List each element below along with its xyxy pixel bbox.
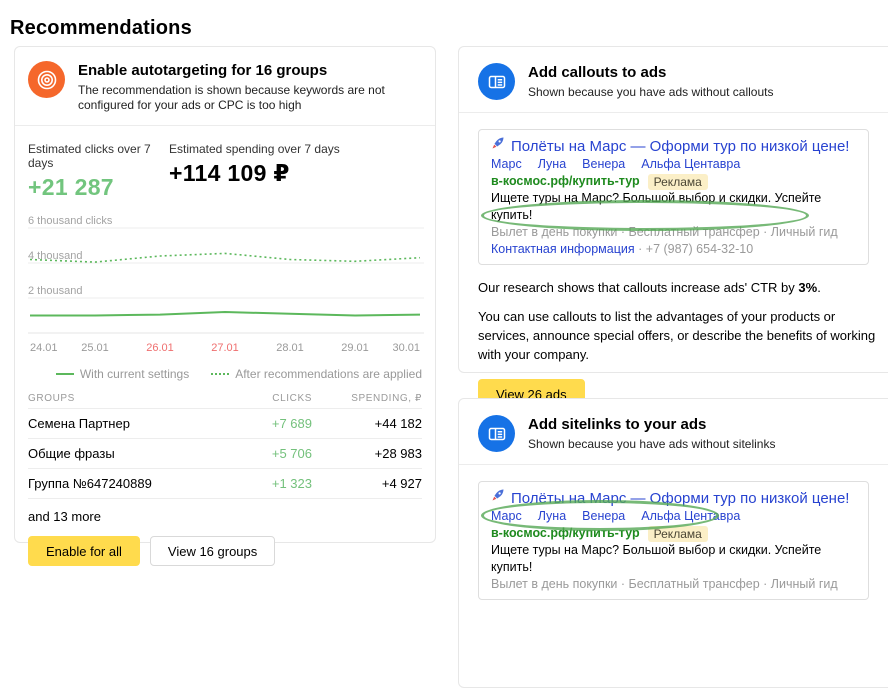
estimated-spending-stat: Estimated spending over 7 days +114 109 … [169,142,340,201]
groups-column-header: Groups [28,393,222,404]
estimated-spending-value: +114 109 ₽ [169,160,340,187]
callouts-body-text: You can use callouts to list the advanta… [478,307,885,364]
ad-sitelink[interactable]: Венера [582,508,625,525]
dotted-line-swatch [211,373,229,375]
research-bold: 3% [798,280,817,295]
callouts-card: Add callouts to ads Shown because you ha… [458,46,888,373]
svg-text:2 thousand: 2 thousand [28,285,82,297]
estimated-clicks-value: +21 287 [28,174,169,201]
enable-for-all-button[interactable]: Enable for all [28,536,140,566]
ad-sitelink[interactable]: Альфа Центавра [641,508,740,525]
legend-after-recommendations: After recommendations are applied [211,367,422,381]
clicks-chart-svg: 2 thousand4 thousand6 thousand clicks24.… [28,213,424,359]
callouts-subtitle: Shown because you have ads without callo… [528,85,774,100]
estimated-clicks-label: Estimated clicks over 7 days [28,142,169,170]
svg-text:6 thousand clicks: 6 thousand clicks [28,215,113,227]
ad-sitelink[interactable]: Луна [538,508,566,525]
clicks-column-header: Clicks [222,393,312,404]
sitelinks-card-header: Add sitelinks to your ads Shown because … [459,399,888,465]
ad-display-url: в-космос.рф/купить-тур [491,173,640,190]
chart-legend: With current settings After recommendati… [28,364,422,384]
ad-sitelink[interactable]: Альфа Центавра [641,156,740,173]
autotargeting-card: Enable autotargeting for 16 groups The r… [14,46,436,543]
more-groups-text: and 13 more [28,509,422,524]
ad-display-url: в-космос.рф/купить-тур [491,525,640,542]
clicks-forecast-chart: 2 thousand4 thousand6 thousand clicks24.… [28,213,422,384]
rocket-icon [491,488,505,508]
group-spending: +28 983 [312,446,422,461]
spending-column-header: Spending, ₽ [312,393,422,404]
research-text: Our research shows that callouts increas… [478,279,888,296]
group-name: Семена Партнер [28,416,222,431]
svg-text:29.01: 29.01 [341,342,369,354]
group-spending: +4 927 [312,476,422,491]
ad-badge: Реклама [648,526,708,542]
ad-preview: Полёты на Марс — Оформи тур по низкой це… [478,481,869,600]
view-groups-button[interactable]: View 16 groups [150,536,275,566]
ad-sitelinks: Марс Луна Венера Альфа Центавра [491,156,856,173]
group-clicks: +1 323 [222,476,312,491]
autotargeting-subtitle: The recommendation is shown because keyw… [78,83,422,113]
ad-extensions-icon [478,63,515,100]
target-icon [28,61,65,98]
ad-phone: +7 (987) 654-32-10 [646,242,753,256]
group-spending: +44 182 [312,416,422,431]
solid-line-swatch [56,373,74,375]
ad-sitelink[interactable]: Венера [582,156,625,173]
ad-preview: Полёты на Марс — Оформи тур по низкой це… [478,129,869,265]
ad-sitelink[interactable]: Луна [538,156,566,173]
groups-table: Groups Clicks Spending, ₽ Семена Партнер… [28,388,422,499]
svg-text:28.01: 28.01 [276,342,304,354]
legend-current-settings-label: With current settings [80,367,189,381]
ad-sitelink[interactable]: Марс [491,508,522,525]
sitelinks-subtitle: Shown because you have ads without sitel… [528,437,775,452]
ad-sitelinks: Марс Луна Венера Альфа Центавра [491,508,856,525]
sitelinks-title: Add sitelinks to your ads [528,416,775,433]
svg-text:26.01: 26.01 [146,342,174,354]
group-clicks: +7 689 [222,416,312,431]
table-row: Общие фразы +5 706 +28 983 [28,439,422,469]
callouts-title: Add callouts to ads [528,64,774,81]
ad-title-link[interactable]: Полёты на Марс — Оформи тур по низкой це… [511,137,849,156]
group-clicks: +5 706 [222,446,312,461]
legend-current-settings: With current settings [56,367,189,381]
autotargeting-title: Enable autotargeting for 16 groups [78,62,422,79]
ad-callouts: Вылет в день покупки · Бесплатный трансф… [491,224,856,241]
rocket-icon [491,136,505,156]
estimates-row: Estimated clicks over 7 days +21 287 Est… [15,126,435,211]
autotargeting-card-header: Enable autotargeting for 16 groups The r… [15,47,435,126]
research-prefix: Our research shows that callouts increas… [478,280,798,295]
estimated-spending-label: Estimated spending over 7 days [169,142,340,156]
group-name: Группа №647240889 [28,476,222,491]
legend-after-recommendations-label: After recommendations are applied [235,367,422,381]
svg-text:30.01: 30.01 [392,342,420,354]
svg-text:24.01: 24.01 [30,342,58,354]
ad-description: Ищете туры на Марс? Большой выбор и скид… [491,190,856,224]
ad-contact-link[interactable]: Контактная информация [491,242,635,256]
research-suffix: . [817,280,821,295]
contact-separator: · [638,242,642,256]
table-row: Группа №647240889 +1 323 +4 927 [28,469,422,499]
ad-description: Ищете туры на Марс? Большой выбор и скид… [491,542,856,576]
table-row: Семена Партнер +7 689 +44 182 [28,409,422,439]
ad-sitelink[interactable]: Марс [491,156,522,173]
ad-extensions-icon [478,415,515,452]
ad-callouts: Вылет в день покупки · Бесплатный трансф… [491,576,856,593]
group-name: Общие фразы [28,446,222,461]
groups-table-header: Groups Clicks Spending, ₽ [28,388,422,409]
sitelinks-card: Add sitelinks to your ads Shown because … [458,398,888,688]
callouts-card-header: Add callouts to ads Shown because you ha… [459,47,888,113]
ad-badge: Реклама [648,174,708,190]
svg-text:27.01: 27.01 [211,342,239,354]
ad-title-link[interactable]: Полёты на Марс — Оформи тур по низкой це… [511,489,849,508]
svg-text:25.01: 25.01 [81,342,109,354]
page-title: Recommendations [10,17,192,40]
estimated-clicks-stat: Estimated clicks over 7 days +21 287 [28,142,169,201]
